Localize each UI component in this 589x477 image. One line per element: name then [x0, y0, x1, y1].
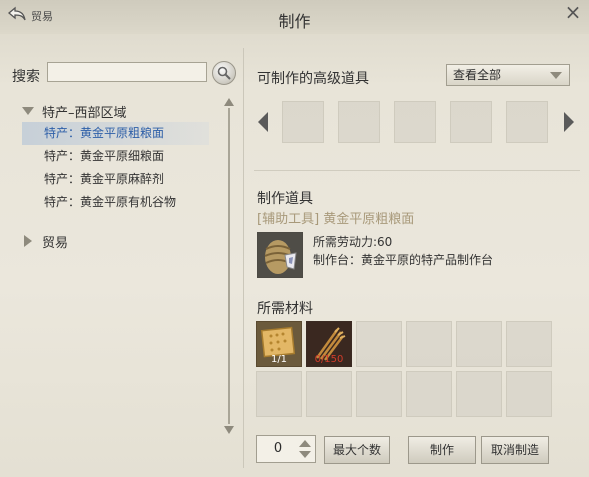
tree-item-anesthetic[interactable]: 特产：黄金平原麻醉剂	[22, 168, 222, 191]
craft-item-slot[interactable]	[257, 232, 303, 278]
decrement-icon[interactable]	[299, 451, 311, 458]
material-slot-empty[interactable]	[306, 371, 352, 417]
tree-item-organic-grain[interactable]: 特产：黄金平原有机谷物	[22, 191, 222, 214]
material-slot-empty[interactable]	[506, 371, 552, 417]
expanded-triangle-icon	[22, 107, 34, 115]
category-label: 贸易	[42, 235, 69, 251]
scroll-up-icon[interactable]	[224, 98, 234, 106]
material-slot-empty[interactable]	[456, 371, 502, 417]
section-divider	[254, 170, 580, 171]
item-name: 黄金平原有机谷物	[80, 195, 177, 209]
search-label: 搜索	[12, 69, 40, 85]
material-slot-empty[interactable]	[406, 321, 452, 367]
magnifier-icon	[217, 66, 231, 80]
labor-info: 所需劳动力:60	[313, 233, 392, 250]
collapsed-triangle-icon	[24, 235, 32, 247]
close-icon[interactable]: ×	[563, 2, 583, 22]
labor-label: 所需劳动力:	[313, 235, 378, 249]
station-value: 黄金平原的特产品制作台	[361, 253, 494, 267]
craft-item-title: 制作道具	[257, 191, 313, 207]
scroll-track[interactable]	[228, 108, 230, 424]
tree-category-trade[interactable]: 贸易	[22, 230, 222, 252]
item-name: 黄金平原麻醉剂	[80, 172, 165, 186]
labor-value: 60	[377, 235, 393, 249]
material-slot-empty[interactable]	[356, 371, 402, 417]
carousel-prev-icon[interactable]	[258, 112, 268, 132]
title-bar: 贸易 制作 ×	[0, 0, 589, 34]
window-title: 制作	[278, 12, 311, 31]
recipe-tree: 特产–西部区域 特产：黄金平原粗粮面 特产：黄金平原细粮面 特产：黄金平原麻醉剂…	[22, 100, 222, 252]
cancel-craft-button[interactable]: 取消制造	[481, 436, 549, 464]
station-info: 制作台：黄金平原的特产品制作台	[313, 251, 493, 268]
column-divider	[243, 48, 244, 468]
advanced-slot[interactable]	[506, 101, 548, 143]
search-button[interactable]	[212, 61, 236, 85]
item-name: 黄金平原细粮面	[80, 149, 165, 163]
advanced-items-title: 可制作的高级道具	[257, 71, 369, 87]
tree-item-coarse-flour[interactable]: 特产：黄金平原粗粮面	[22, 122, 209, 145]
station-label: 制作台：	[313, 253, 362, 267]
material-slot-wheat[interactable]: 0/150	[306, 321, 352, 367]
material-count: 0/150	[314, 354, 344, 365]
crafting-window: 贸易 制作 × 搜索 特产–西部区域 特产：黄金平原粗粮面 特产：黄金平原细粮面…	[0, 0, 589, 477]
advanced-slot[interactable]	[338, 101, 380, 143]
material-slot-empty[interactable]	[406, 371, 452, 417]
dropdown-caret-icon	[550, 72, 562, 79]
advanced-slot[interactable]	[394, 101, 436, 143]
item-prefix: 特产：	[44, 126, 81, 140]
advanced-slot[interactable]	[450, 101, 492, 143]
materials-title: 所需材料	[257, 301, 313, 317]
increment-icon[interactable]	[299, 440, 311, 447]
craft-item-category: [辅助工具] 黄金平原粗粮面	[257, 212, 415, 227]
carousel-next-icon[interactable]	[564, 112, 574, 132]
tree-category-western[interactable]: 特产–西部区域	[22, 100, 222, 122]
item-prefix: 特产：	[44, 195, 81, 209]
flour-sack-icon	[258, 233, 302, 277]
filter-value: 查看全部	[453, 68, 502, 82]
craft-button[interactable]: 制作	[408, 436, 476, 464]
material-slot-empty[interactable]	[456, 321, 502, 367]
material-slot-empty[interactable]	[506, 321, 552, 367]
tree-item-fine-flour[interactable]: 特产：黄金平原细粮面	[22, 145, 222, 168]
advanced-slot[interactable]	[282, 101, 324, 143]
scroll-down-icon[interactable]	[224, 426, 234, 434]
item-prefix: 特产：	[44, 172, 81, 186]
quantity-stepper[interactable]: 0	[256, 435, 316, 463]
item-name: 黄金平原粗粮面	[80, 126, 165, 140]
material-slot-grain-sheet[interactable]: 1/1	[256, 321, 302, 367]
filter-dropdown[interactable]: 查看全部	[446, 64, 570, 86]
category-label: 特产–西部区域	[42, 105, 127, 121]
quantity-value[interactable]: 0	[263, 441, 293, 456]
material-slot-empty[interactable]	[356, 321, 402, 367]
material-count: 1/1	[270, 354, 288, 365]
item-prefix: 特产：	[44, 149, 81, 163]
search-input[interactable]	[47, 62, 207, 82]
max-quantity-button[interactable]: 最大个数	[324, 436, 390, 464]
tree-scrollbar[interactable]	[224, 98, 234, 434]
material-slot-empty[interactable]	[256, 371, 302, 417]
